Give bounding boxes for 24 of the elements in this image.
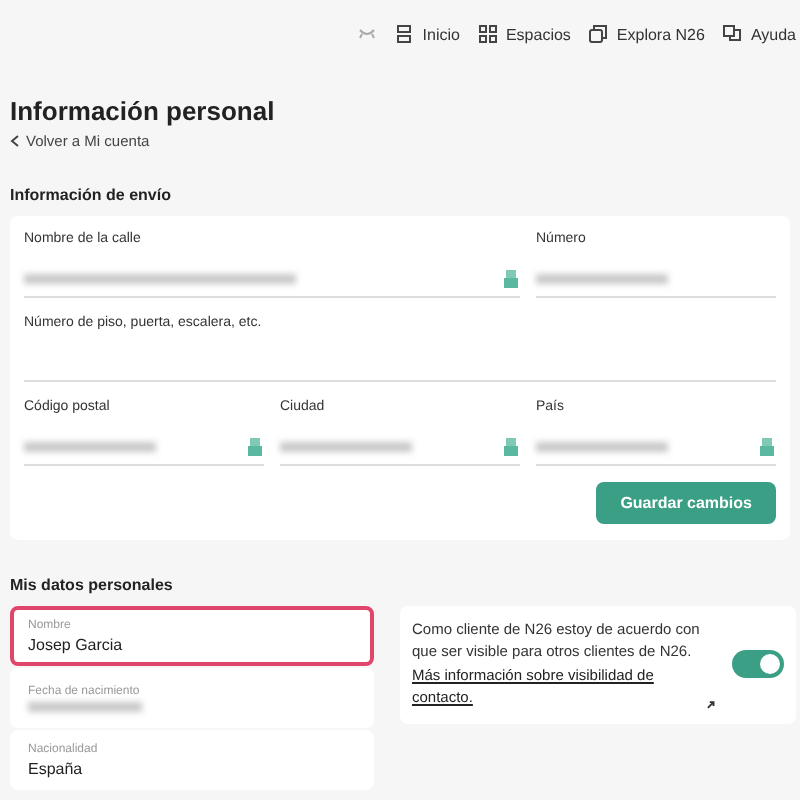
redacted-value — [24, 442, 156, 452]
autofill-icon[interactable] — [502, 270, 520, 288]
autofill-icon[interactable] — [502, 438, 520, 456]
visibility-toggle[interactable] — [732, 650, 784, 679]
redacted-value — [28, 701, 143, 711]
nav-link[interactable]: Espacios — [477, 24, 571, 44]
chevron-left-icon — [10, 134, 20, 148]
grid-icon — [477, 24, 498, 44]
section-heading: Información de envío — [10, 186, 173, 204]
eye-closed-icon[interactable] — [358, 28, 377, 40]
redacted-value — [536, 442, 668, 452]
chat-icon — [722, 24, 743, 44]
redacted-value — [536, 274, 668, 284]
autofill-icon[interactable] — [246, 438, 264, 456]
redacted-value — [280, 442, 412, 452]
section-heading: Mis datos personales — [10, 576, 175, 594]
nav-link[interactable]: Inicio — [394, 24, 460, 44]
autofill-icon[interactable] — [758, 438, 776, 456]
cards-icon — [588, 24, 609, 44]
stack-icon — [394, 24, 415, 44]
external-link-icon — [706, 699, 716, 709]
page-title: Información personal — [10, 96, 277, 126]
nav-link[interactable]: Ayuda — [722, 24, 796, 44]
nav-link[interactable]: Explora N26 — [588, 24, 705, 44]
